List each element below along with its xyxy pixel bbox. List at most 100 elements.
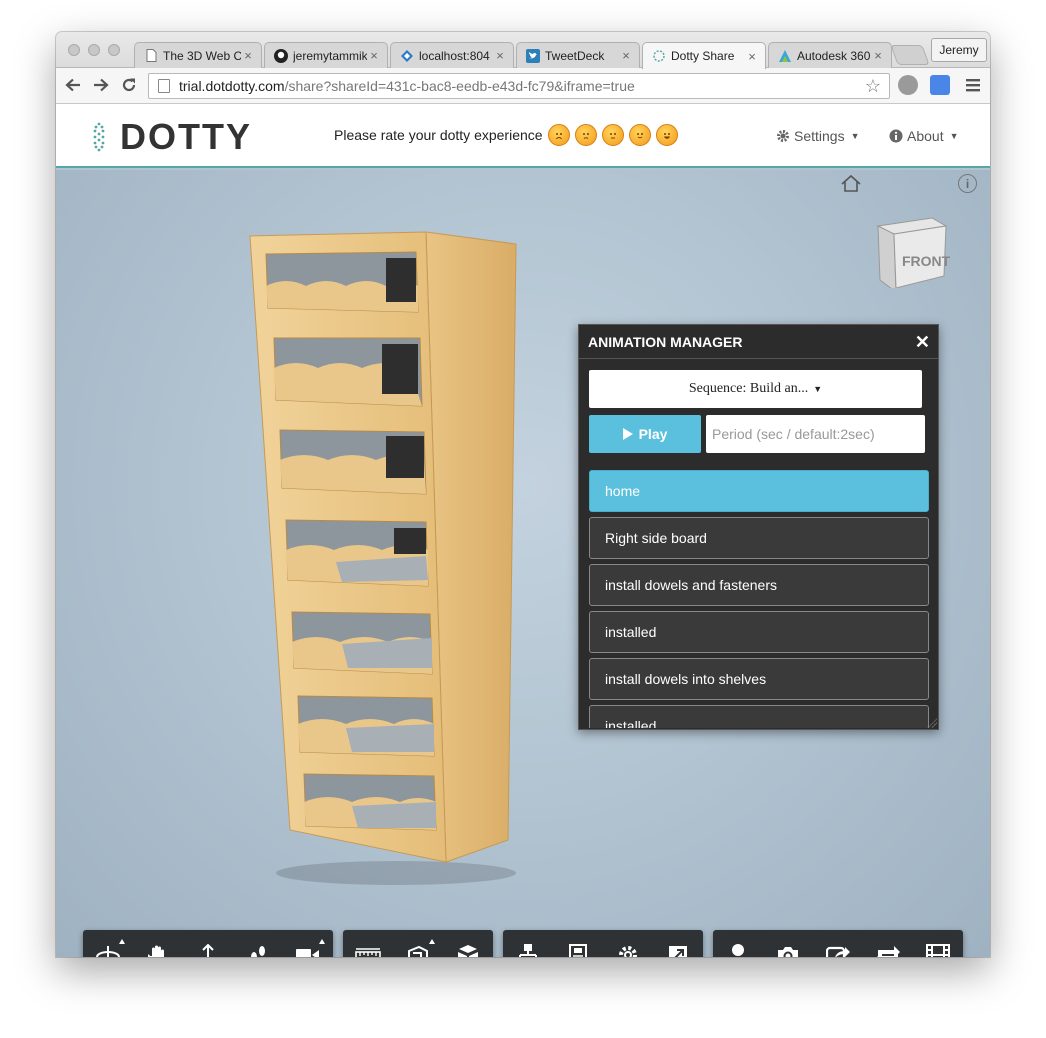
back-arrow-icon[interactable] bbox=[62, 74, 84, 96]
info-circle-icon bbox=[889, 129, 903, 143]
list-item[interactable]: home bbox=[589, 470, 929, 512]
section-icon[interactable] bbox=[393, 930, 443, 957]
tab-title: localhost:804 bbox=[419, 48, 490, 63]
tab-dotty-share[interactable]: Dotty Share × bbox=[642, 42, 766, 69]
play-icon bbox=[622, 428, 633, 440]
orbit-icon[interactable] bbox=[83, 930, 133, 957]
close-icon[interactable]: × bbox=[871, 48, 885, 63]
profile-button[interactable]: Jeremy bbox=[931, 38, 987, 62]
tab-the-3d-web[interactable]: The 3D Web C × bbox=[134, 42, 262, 68]
list-item[interactable]: installed bbox=[589, 705, 929, 728]
rating-bar: Please rate your dotty experience bbox=[334, 124, 678, 146]
viewcube-label: FRONT bbox=[902, 253, 950, 269]
tab-title: Autodesk 360 bbox=[797, 48, 871, 63]
share-tools bbox=[713, 930, 963, 957]
animation-manager-title: ANIMATION MANAGER bbox=[579, 325, 938, 359]
url-host: trial.dotdotty.com bbox=[179, 78, 285, 94]
3d-viewer[interactable]: i FRONT ANIMATION MANAGER ✕ Sequence: Bu… bbox=[56, 170, 990, 957]
measure-tools bbox=[343, 930, 493, 957]
minimize-window-button[interactable] bbox=[88, 44, 100, 56]
tab-strip: The 3D Web C × jeremytammik × localhost:… bbox=[56, 32, 990, 69]
close-icon[interactable]: × bbox=[619, 48, 633, 63]
play-label: Play bbox=[638, 426, 668, 442]
home-icon[interactable] bbox=[840, 174, 862, 194]
sequence-select[interactable]: Sequence: Build an... ▼ bbox=[589, 370, 922, 408]
close-window-button[interactable] bbox=[68, 44, 80, 56]
translate-icon[interactable] bbox=[930, 75, 950, 95]
list-item[interactable]: Right side board bbox=[589, 517, 929, 559]
navigation-tools bbox=[83, 930, 333, 957]
tab-autodesk-360[interactable]: Autodesk 360 × bbox=[768, 42, 892, 68]
browser-toolbar: trial.dotdotty.com/share?shareId=431c-ba… bbox=[56, 68, 990, 104]
address-bar[interactable]: trial.dotdotty.com/share?shareId=431c-ba… bbox=[148, 73, 890, 99]
angry-face-icon[interactable] bbox=[547, 124, 570, 146]
close-icon[interactable]: ✕ bbox=[915, 332, 930, 353]
github-icon bbox=[274, 48, 288, 63]
dolly-icon[interactable] bbox=[183, 930, 233, 957]
about-menu[interactable]: About ▼ bbox=[889, 128, 959, 144]
code-icon bbox=[400, 49, 414, 63]
tab-localhost[interactable]: localhost:804 × bbox=[390, 42, 514, 68]
app-logo: DOTTY bbox=[120, 116, 252, 157]
resize-handle[interactable] bbox=[927, 718, 937, 728]
close-icon[interactable]: × bbox=[241, 48, 255, 63]
walk-icon[interactable] bbox=[233, 930, 283, 957]
bookmark-star-icon[interactable]: ☆ bbox=[865, 76, 881, 97]
screenshot-icon[interactable] bbox=[763, 930, 813, 957]
close-icon[interactable]: × bbox=[367, 48, 381, 63]
fullscreen-icon[interactable] bbox=[653, 930, 703, 957]
properties-icon[interactable] bbox=[553, 930, 603, 957]
share-icon[interactable] bbox=[813, 930, 863, 957]
pan-icon[interactable] bbox=[133, 930, 183, 957]
animation-manager-panel: ANIMATION MANAGER ✕ Sequence: Build an..… bbox=[578, 324, 939, 730]
step-label: Right side board bbox=[605, 530, 707, 546]
period-input[interactable] bbox=[706, 415, 925, 453]
tab-github[interactable]: jeremytammik × bbox=[264, 42, 388, 68]
step-label: installed bbox=[605, 624, 657, 640]
zoom-window-button[interactable] bbox=[108, 44, 120, 56]
menu-icon[interactable] bbox=[962, 74, 984, 96]
smile-face-icon[interactable] bbox=[628, 124, 651, 146]
tab-title: jeremytammik bbox=[293, 48, 367, 63]
twitter-icon bbox=[526, 48, 540, 63]
rating-prompt: Please rate your dotty experience bbox=[334, 127, 543, 143]
browser-window: The 3D Web C × jeremytammik × localhost:… bbox=[56, 32, 990, 957]
list-item[interactable]: install dowels and fasteners bbox=[589, 564, 929, 606]
info-icon[interactable]: i bbox=[958, 174, 977, 193]
dotty-logo-icon bbox=[93, 122, 105, 152]
page-icon bbox=[158, 79, 170, 93]
settings-menu[interactable]: Settings ▼ bbox=[776, 128, 860, 144]
list-item[interactable]: install dowels into shelves bbox=[589, 658, 929, 700]
close-icon[interactable]: × bbox=[493, 48, 507, 63]
film-icon[interactable] bbox=[913, 930, 963, 957]
caret-down-icon: ▼ bbox=[813, 384, 823, 394]
happy-face-icon[interactable] bbox=[655, 124, 678, 146]
settings-label: Settings bbox=[794, 128, 845, 144]
app-header: DOTTY Please rate your dotty experience … bbox=[56, 104, 990, 168]
reload-icon[interactable] bbox=[118, 74, 140, 96]
close-icon[interactable]: × bbox=[745, 49, 759, 64]
step-label: home bbox=[605, 483, 641, 499]
settings-icon[interactable] bbox=[603, 930, 653, 957]
explode-icon[interactable] bbox=[443, 930, 493, 957]
camera-icon[interactable] bbox=[283, 930, 333, 957]
step-label: install dowels and fasteners bbox=[605, 577, 777, 593]
sad-face-icon[interactable] bbox=[574, 124, 597, 146]
model-structure-icon[interactable] bbox=[503, 930, 553, 957]
loop-icon[interactable] bbox=[863, 930, 913, 957]
tab-tweetdeck[interactable]: TweetDeck × bbox=[516, 42, 640, 68]
dotty-icon bbox=[652, 49, 666, 63]
url-path: /share?shareId=431c-bac8-eedb-e43d-fc79&… bbox=[284, 78, 635, 94]
play-button[interactable]: Play bbox=[589, 415, 701, 453]
forward-arrow-icon[interactable] bbox=[90, 74, 112, 96]
extension-icon[interactable] bbox=[898, 75, 918, 95]
step-list: home Right side board install dowels and… bbox=[589, 470, 929, 728]
viewcube-icon[interactable]: FRONT bbox=[874, 212, 950, 288]
step-label: install dowels into shelves bbox=[605, 671, 767, 687]
list-item[interactable]: installed bbox=[589, 611, 929, 653]
new-tab-button[interactable] bbox=[890, 45, 930, 65]
tab-title: TweetDeck bbox=[545, 48, 605, 63]
measure-icon[interactable] bbox=[343, 930, 393, 957]
user-icon[interactable] bbox=[713, 930, 763, 957]
neutral-face-icon[interactable] bbox=[601, 124, 624, 146]
